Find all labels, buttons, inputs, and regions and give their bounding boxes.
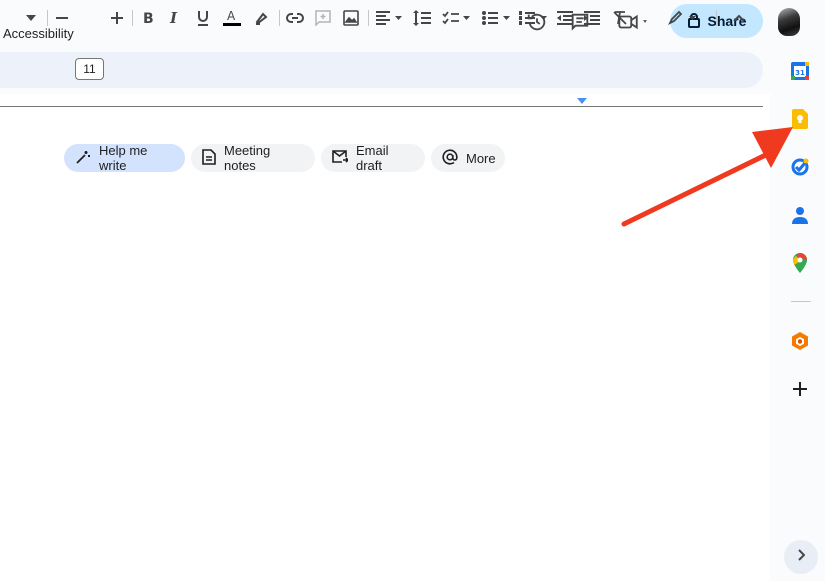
numbered-list-icon[interactable] [518, 6, 550, 30]
svg-text:I: I [169, 10, 178, 26]
add-comment-icon[interactable] [313, 6, 333, 30]
document-icon [202, 148, 216, 168]
decrease-font-size-icon[interactable] [54, 6, 70, 30]
checklist-icon[interactable] [441, 6, 473, 30]
line-spacing-icon[interactable] [412, 6, 432, 30]
calendar-icon[interactable]: 31 [789, 60, 811, 82]
keep-icon[interactable] [789, 108, 811, 130]
toolbar-divider [279, 10, 280, 26]
pen-sparkle-icon [75, 149, 91, 168]
svg-text:B: B [143, 11, 154, 26]
expand-side-panel-button[interactable] [784, 540, 818, 574]
insert-link-icon[interactable] [285, 6, 305, 30]
toolbar-divider [716, 10, 717, 26]
calendar-date: 31 [795, 69, 805, 77]
meeting-notes-chip[interactable]: Meeting notes [191, 143, 315, 173]
increase-font-size-icon[interactable] [109, 6, 125, 30]
svg-text:A: A [227, 9, 236, 23]
increase-indent-icon[interactable] [583, 6, 601, 30]
editing-mode-icon[interactable] [667, 6, 699, 30]
font-size-input[interactable]: 11 [75, 58, 104, 80]
more-chip[interactable]: More [431, 144, 505, 172]
font-dropdown-chevron-icon[interactable] [24, 6, 38, 30]
contacts-icon[interactable] [789, 204, 811, 226]
italic-icon[interactable]: I [166, 6, 184, 30]
avatar[interactable] [778, 8, 800, 36]
chip-label: Email draft [356, 143, 389, 173]
decrease-indent-icon[interactable] [556, 6, 574, 30]
chevron-right-icon [797, 548, 806, 566]
chip-label: More [466, 150, 496, 166]
side-panel-divider [791, 301, 811, 302]
office-addon-icon[interactable] [789, 330, 811, 352]
at-sign-icon [442, 148, 458, 168]
help-me-write-chip[interactable]: Help me write [64, 143, 185, 173]
insert-image-icon[interactable] [341, 6, 361, 30]
email-draft-chip[interactable]: Email draft [321, 143, 425, 173]
bold-icon[interactable]: B [139, 6, 157, 30]
underline-icon[interactable] [194, 6, 212, 30]
tasks-icon[interactable] [789, 156, 811, 178]
right-indent-marker[interactable] [577, 98, 587, 104]
toolbar-divider [368, 10, 369, 26]
formatting-toolbar [0, 52, 763, 88]
email-draft-icon [332, 149, 350, 167]
maps-icon[interactable] [789, 252, 811, 274]
add-icon[interactable] [789, 378, 811, 400]
toolbar-divider [47, 10, 48, 26]
text-color-icon[interactable]: A [221, 6, 243, 30]
collapse-toolbar-icon[interactable] [730, 6, 748, 30]
bulleted-list-icon[interactable] [481, 6, 513, 30]
clear-formatting-icon[interactable] [610, 6, 630, 30]
chip-label: Meeting notes [224, 143, 271, 173]
highlight-color-icon[interactable] [251, 6, 271, 30]
ruler [0, 106, 763, 107]
toolbar-divider [132, 10, 133, 26]
chip-label: Help me write [99, 143, 148, 173]
align-icon[interactable] [375, 6, 405, 30]
